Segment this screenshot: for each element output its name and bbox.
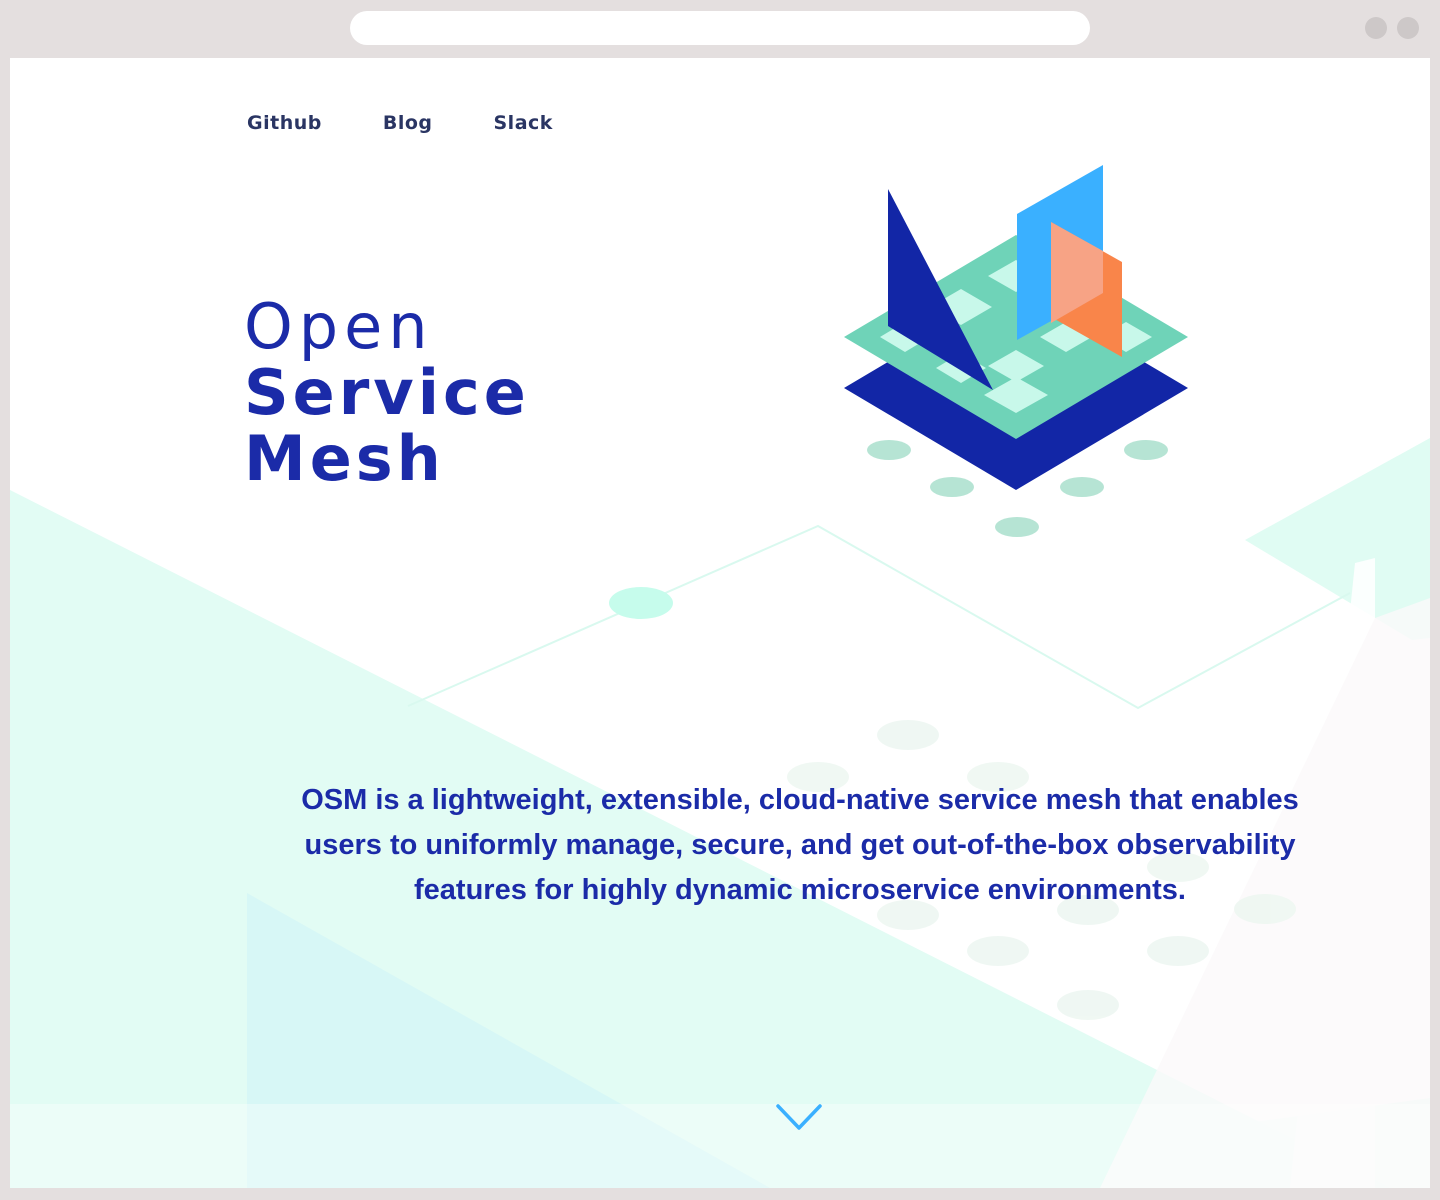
top-nav: Github Blog Slack [247, 112, 614, 134]
hero-description: OSM is a lightweight, extensible, cloud-… [301, 784, 1299, 906]
page-viewport: Github Blog Slack Open Service Mesh OSM … [10, 58, 1430, 1188]
nav-link-blog[interactable]: Blog [383, 112, 433, 134]
chevron-down-icon[interactable] [775, 1098, 823, 1134]
hero-title-line-2: Service [244, 356, 530, 429]
bottom-band [10, 1104, 1430, 1188]
nav-link-github[interactable]: Github [247, 112, 322, 134]
nav-link-slack[interactable]: Slack [494, 112, 553, 134]
hero-illustration [844, 165, 1188, 537]
window-control-close[interactable] [1397, 17, 1419, 39]
window-control-minimize[interactable] [1365, 17, 1387, 39]
hero-title-line-1: Open [244, 290, 434, 363]
hero-title: Open Service Mesh [244, 294, 530, 492]
background-illustration [10, 438, 1430, 1188]
address-bar[interactable] [350, 11, 1090, 45]
browser-chrome [0, 0, 1440, 58]
hero-title-line-3: Mesh [244, 422, 445, 495]
